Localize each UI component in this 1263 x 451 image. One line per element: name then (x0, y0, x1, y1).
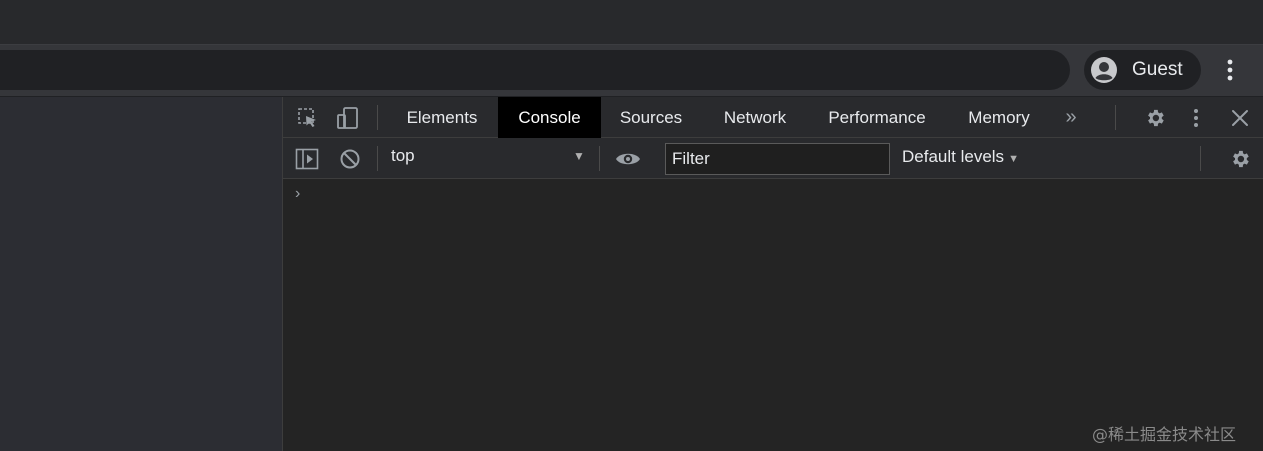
tab-strip (0, 0, 1263, 44)
log-levels-dropdown[interactable]: Default levels ▼ (902, 147, 1019, 167)
toolbar-divider (1200, 146, 1201, 171)
guest-avatar-icon (1090, 56, 1118, 84)
profile-button[interactable]: Guest (1084, 50, 1201, 90)
chevron-down-icon[interactable]: ▼ (573, 149, 585, 163)
watermark: @稀土掘金技术社区 (1092, 425, 1237, 444)
sidebar-toggle-icon[interactable] (295, 147, 319, 171)
browser-window: Guest Elements Console Sources Network P… (0, 0, 1263, 451)
console-toolbar: top ▼ Default levels▼ (283, 138, 1263, 179)
console-output[interactable]: › (283, 179, 1263, 451)
address-bar[interactable] (0, 50, 1070, 90)
gear-icon[interactable] (1142, 105, 1168, 131)
gear-icon[interactable] (1227, 146, 1253, 172)
chrome-menu-button[interactable] (1216, 55, 1244, 85)
tab-sources[interactable]: Sources (606, 97, 696, 138)
inspect-element-icon[interactable] (295, 105, 321, 131)
chevron-down-icon: ▼ (1008, 153, 1019, 165)
tab-performance[interactable]: Performance (815, 97, 939, 138)
profile-label: Guest (1132, 59, 1183, 80)
device-toolbar-icon[interactable] (335, 105, 361, 131)
filter-input[interactable] (665, 143, 890, 175)
log-levels-label: Default levels (902, 147, 1005, 166)
context-selector[interactable]: top (391, 146, 415, 170)
tab-console[interactable]: Console (498, 97, 601, 138)
browser-toolbar: Guest (0, 44, 1263, 96)
eye-icon[interactable] (613, 146, 643, 172)
vertical-dots-icon (1227, 59, 1233, 81)
toolbar-divider (377, 105, 378, 130)
tab-elements[interactable]: Elements (391, 97, 493, 138)
toolbar-divider (599, 146, 600, 171)
devtools-tabbar: Elements Console Sources Network Perform… (283, 97, 1263, 138)
clear-console-icon[interactable] (338, 147, 362, 171)
tab-memory[interactable]: Memory (953, 97, 1045, 138)
more-tabs-button[interactable]: » (1057, 97, 1085, 138)
page-viewport (0, 97, 282, 451)
devtools-panel: Elements Console Sources Network Perform… (282, 97, 1263, 451)
close-icon[interactable] (1227, 105, 1253, 131)
toolbar-divider (1115, 105, 1116, 130)
console-prompt: › (295, 185, 301, 202)
tab-network[interactable]: Network (707, 97, 803, 138)
toolbar-divider (377, 146, 378, 171)
vertical-dots-icon[interactable] (1186, 105, 1206, 131)
